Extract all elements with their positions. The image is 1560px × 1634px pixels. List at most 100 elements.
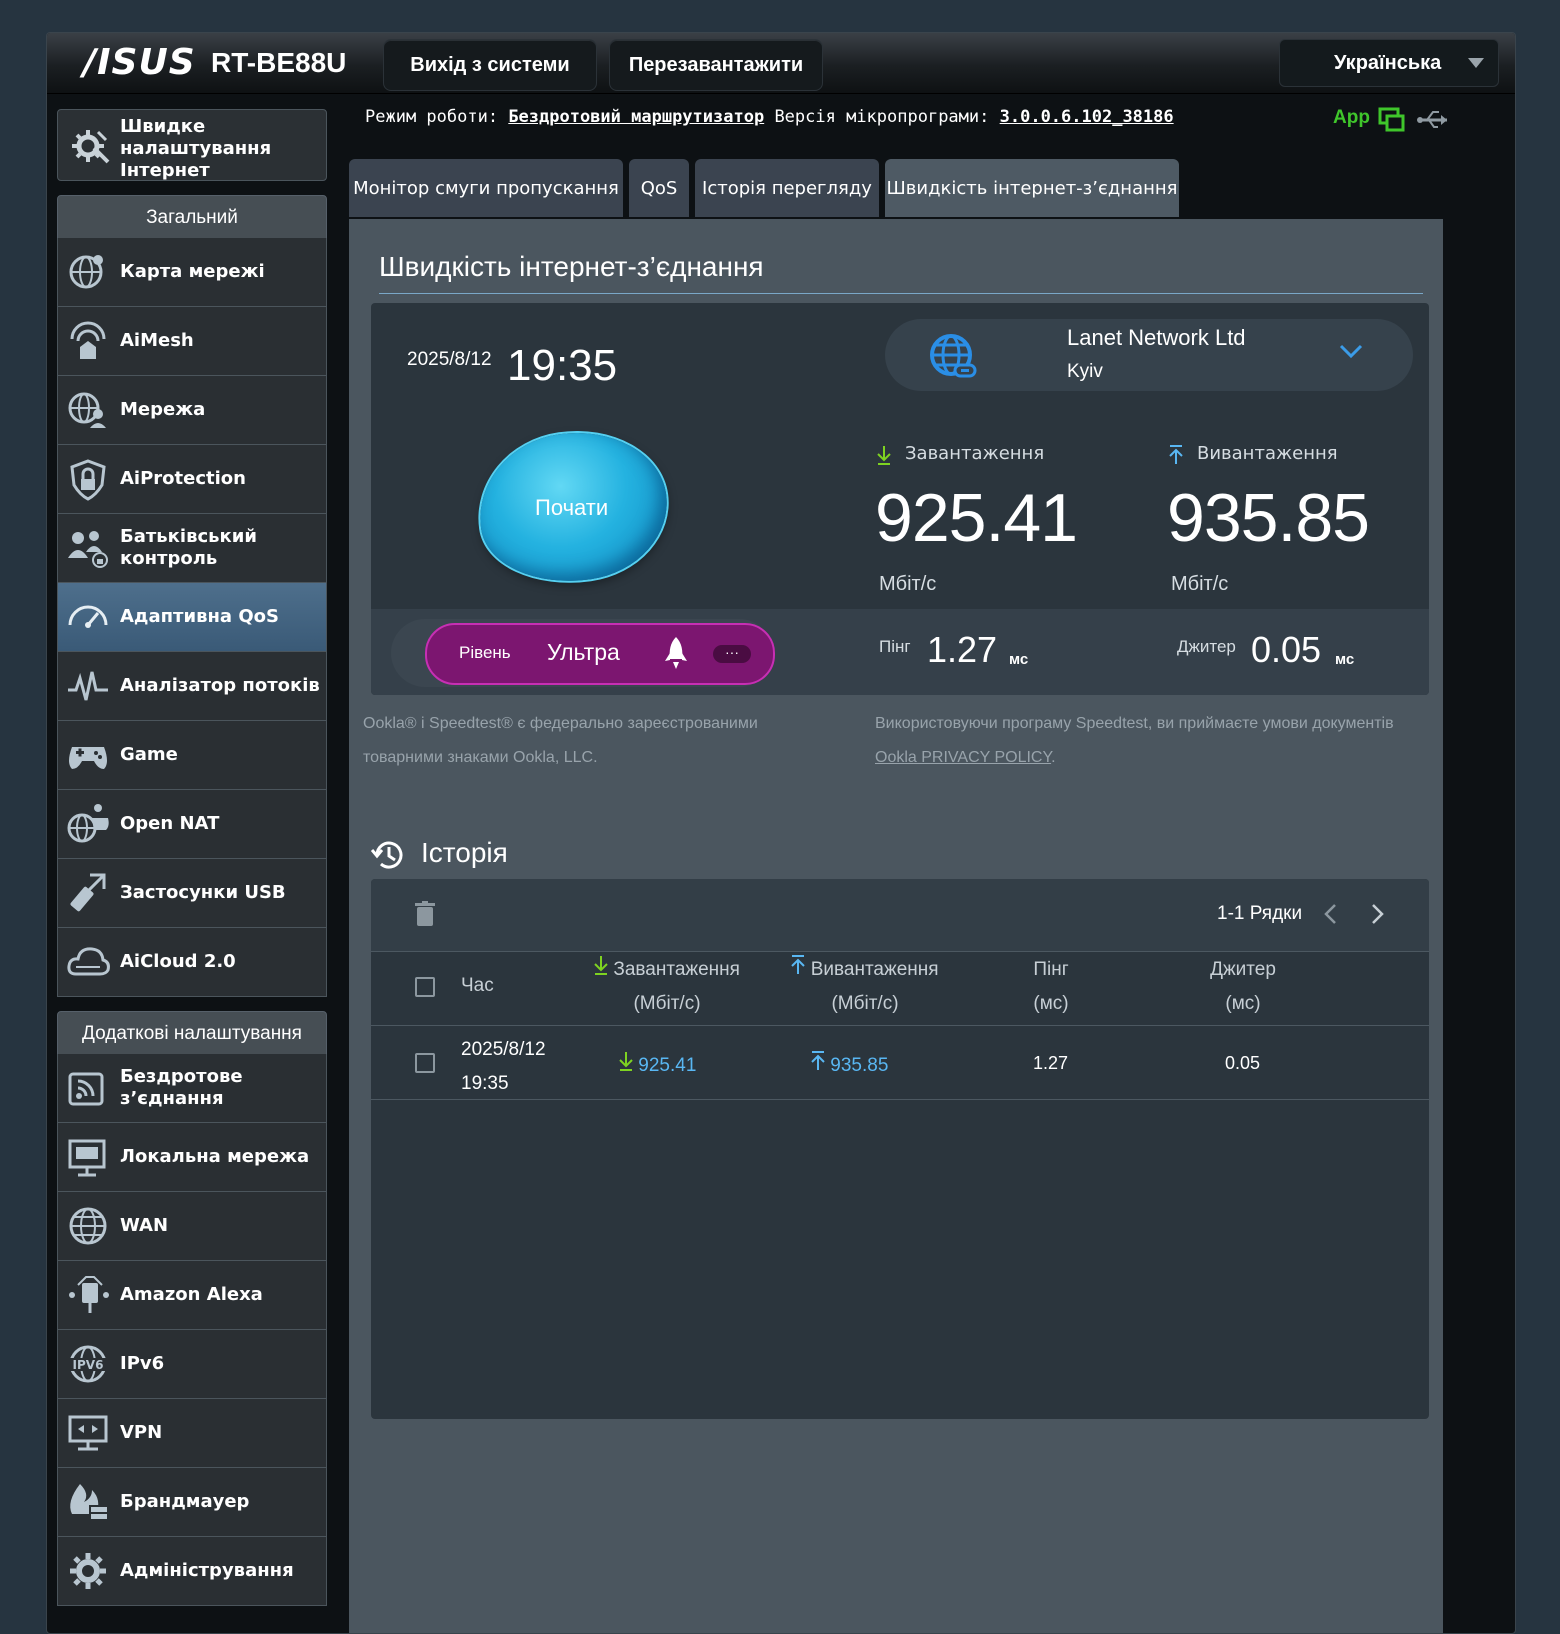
mode-label: Режим роботи: [365,107,499,127]
chevron-right-icon[interactable] [1371,903,1385,925]
sidebar-item-usb[interactable]: Застосунки USB [57,859,327,928]
quick-setup-label: Швидке налаштування Інтернет [120,116,272,181]
sidebar-item-label: Amazon Alexa [120,1284,263,1305]
ping-unit: мс [1009,651,1029,668]
sidebar-item-label: AiProtection [120,468,246,489]
upload-arrow-icon [811,1051,825,1070]
ipv6-icon: IPV6 [68,1345,108,1383]
usb-icon[interactable] [1417,107,1451,133]
lan-icon [68,1139,106,1177]
history-icon [371,841,403,869]
sidebar-item-gear[interactable]: Адміністрування [57,1537,327,1606]
logout-button[interactable]: Вихід з системи [383,39,597,91]
sidebar-item-qos-gauge[interactable]: Адаптивна QoS [57,583,327,652]
reboot-button[interactable]: Перезавантажити [609,39,823,91]
history-table: 1-1 Рядки Час Завантаження (Мбіт/с) Вива… [371,879,1429,1419]
tab-web-history[interactable]: Історія перегляду [695,159,879,217]
aimesh-icon [70,321,106,359]
terms-note: Використовуючи програму Speedtest, ви пр… [875,707,1394,775]
server-selector[interactable]: Lanet Network Ltd Kyiv [885,319,1413,391]
language-select[interactable]: Українська [1279,39,1499,87]
tab-bandwidth-monitor[interactable]: Монітор смуги пропускання [349,159,623,217]
parental-control-icon [68,531,108,568]
col-download-label: Завантаження [613,959,740,980]
sidebar-item-aiprotection[interactable]: AiProtection [57,445,327,514]
sidebar-item-open-nat[interactable]: Open NAT [57,790,327,859]
row-download-value: 925.41 [638,1055,697,1076]
tab-speedtest[interactable]: Швидкість інтернет-з’єднання [885,159,1179,217]
row-checkbox[interactable] [415,1053,435,1073]
upload-value: 935.85 [1167,480,1370,556]
speedtest-card: 2025/8/12 19:35 Lanet Network Ltd Kyiv П… [371,303,1429,695]
server-name: Lanet Network Ltd [1067,325,1246,350]
sidebar-item-aimesh[interactable]: AiMesh [57,307,327,376]
privacy-policy-link[interactable]: Ookla PRIVACY POLICY [875,749,1051,766]
trash-icon[interactable] [415,901,435,927]
sidebar-item-gamepad[interactable]: Game [57,721,327,790]
quick-setup-gear-icon [72,130,110,164]
app-devices-icon[interactable] [1377,105,1407,135]
history-title: Історія [421,837,508,868]
tab-qos[interactable]: QoS [629,159,689,217]
jitter-value: 0.05 [1251,629,1322,670]
sidebar-item-label: Батьківський контроль [120,526,257,569]
svg-text:IPV6: IPV6 [73,1358,104,1372]
router-admin-window: /ISUS RT-BE88U Вихід з системи Перезаван… [46,32,1516,1634]
cloud-icon [67,947,110,976]
alexa-icon [69,1276,109,1313]
test-date: 2025/8/12 [407,349,492,370]
sidebar-item-label: Адаптивна QoS [120,606,279,627]
test-time: 19:35 [507,341,618,390]
sidebar-item-alexa[interactable]: Amazon Alexa [57,1261,327,1330]
upload-arrow-icon [791,955,806,974]
level-pill[interactable]: Рівень Ультра ··· [425,623,775,685]
sidebar-item-label: Локальна мережа [120,1146,310,1167]
language-value: Українська [1334,52,1442,74]
chevron-down-icon [1339,344,1363,359]
row-time: 19:35 [461,1073,509,1094]
download-arrow-icon [619,1052,633,1071]
upload-arrow-icon [1169,445,1183,464]
quick-setup-item[interactable]: Швидке налаштування Інтернет [57,109,327,181]
sidebar-item-vpn[interactable]: VPN [57,1399,327,1468]
page-title: Швидкість інтернет-з’єднання [379,251,764,282]
app-link[interactable]: App [1333,107,1370,129]
sidebar-item-parental-control[interactable]: Батьківський контроль [57,514,327,583]
download-label: Завантаження [905,443,1045,464]
wireless-icon [68,1072,104,1106]
col-jitter-unit: (мс) [1225,993,1261,1014]
col-upload-label: Вивантаження [810,959,939,980]
jitter-label: Джитер [1177,637,1236,656]
ping-value: 1.27 [927,629,998,670]
network-map-icon [69,255,103,289]
sidebar-item-ipv6[interactable]: IPV6 IPv6 [57,1330,327,1399]
sidebar-item-guest-network[interactable]: Мережа [57,376,327,445]
sidebar-item-lan[interactable]: Локальна мережа [57,1123,327,1192]
chevron-down-icon [1468,58,1484,68]
chevron-left-icon[interactable] [1323,903,1337,925]
sidebar-item-wireless[interactable]: Бездротове з’єднання [57,1054,327,1123]
usb-icon [70,873,106,912]
sidebar-item-label: Бездротове з’єднання [120,1066,243,1109]
select-all-checkbox[interactable] [415,977,435,997]
traffic-analyzer-icon [68,671,108,701]
start-test-label: Почати [535,495,609,520]
row-jitter: 0.05 [1225,1053,1261,1073]
ping-label: Пінг [879,637,911,656]
aiprotection-icon [70,459,106,501]
sidebar-item-firewall[interactable]: Брандмауер [57,1468,327,1537]
col-ping-label: Пінг [1033,959,1069,980]
title-divider [379,293,1423,294]
trademark-line-2: товарними знаками Ookla, LLC. [363,749,598,766]
sidebar-item-network-map[interactable]: Карта мережі [57,238,327,307]
privacy-dot: . [1051,749,1056,766]
sidebar-item-cloud[interactable]: AiCloud 2.0 [57,928,327,997]
firmware-link[interactable]: 3.0.0.6.102_38186 [1000,107,1174,127]
level-more-button[interactable]: ··· [713,645,751,663]
col-upload: Вивантаження (Мбіт/с) [775,953,955,1021]
sidebar-item-traffic-analyzer[interactable]: Аналізатор потоків [57,652,327,721]
vpn-icon [68,1415,108,1451]
sidebar-item-globe[interactable]: WAN [57,1192,327,1261]
mode-link[interactable]: Бездротовий маршрутизатор [508,107,764,127]
level-label: Рівень [459,643,511,662]
